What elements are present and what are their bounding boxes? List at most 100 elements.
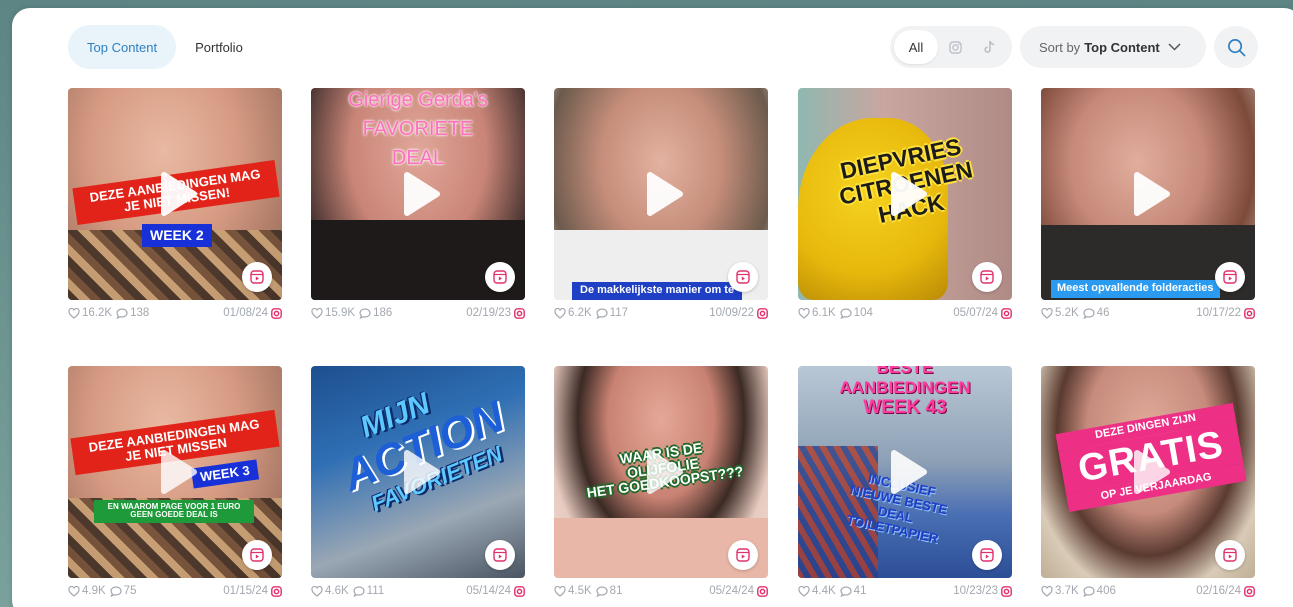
likes-count: 4.5K <box>568 585 592 597</box>
play-icon <box>404 172 440 216</box>
tab-top-content[interactable]: Top Content <box>68 25 177 69</box>
post-date: 02/19/23 <box>466 307 511 319</box>
comments-count: 46 <box>1096 307 1110 319</box>
post-date: 05/24/24 <box>709 585 754 597</box>
comment-icon <box>110 585 122 597</box>
post-card: DEZE AANBIEDINGEN MAG JE NIET MISSEN WEEK… <box>68 366 282 598</box>
post-stats: 6.1K 104 05/07/24 <box>798 306 1012 320</box>
play-icon <box>647 172 683 216</box>
tiktok-icon[interactable] <box>972 30 1006 64</box>
comment-icon <box>359 307 371 319</box>
heart-icon <box>68 585 80 597</box>
chevron-down-icon <box>1168 43 1181 51</box>
likes-count: 6.2K <box>568 307 592 319</box>
post-date: 01/08/24 <box>223 307 268 319</box>
heart-icon <box>311 307 323 319</box>
thumbnail-caption: Meest opvallende folderacties <box>1051 280 1220 298</box>
play-icon <box>161 172 197 216</box>
likes-count: 6.1K <box>812 307 836 319</box>
comment-icon <box>1083 307 1095 319</box>
post-date: 02/16/24 <box>1196 585 1241 597</box>
post-date: 05/14/24 <box>466 585 511 597</box>
likes-count: 5.2K <box>1055 307 1079 319</box>
post-thumbnail[interactable]: Meest opvallende folderacties <box>1041 88 1255 300</box>
play-icon <box>891 172 927 216</box>
play-icon <box>1134 450 1170 494</box>
reels-icon <box>728 540 758 570</box>
post-card: Meest opvallende folderacties 5.2K 46 10… <box>1041 88 1255 320</box>
post-stats: 6.2K 117 10/09/22 <box>554 306 768 320</box>
post-thumbnail[interactable]: MIJN ACTION FAVORIETEN <box>311 366 525 578</box>
sort-prefix: Sort by <box>1039 39 1081 55</box>
post-thumbnail[interactable]: BESTEAANBIEDINGENWEEK 43 INCLUSIEFNIEUWE… <box>798 366 1012 578</box>
thumbnail-caption: EN WAAROM PAGE VOOR 1 EURO GEEN GOEDE DEA… <box>94 500 254 523</box>
search-button[interactable] <box>1214 26 1258 68</box>
thumbnail-caption: WEEK 3 <box>190 459 259 489</box>
post-stats: 15.9K 186 02/19/23 <box>311 306 525 320</box>
comments-count: 41 <box>853 585 867 597</box>
comment-icon <box>116 307 128 319</box>
post-stats: 3.7K 406 02/16/24 <box>1041 584 1255 598</box>
post-thumbnail[interactable]: Gierige Gerda's FAVORIETE DEAL <box>311 88 525 300</box>
reels-icon <box>728 262 758 292</box>
filter-all-button[interactable]: All <box>894 30 938 64</box>
comment-icon <box>596 585 608 597</box>
sort-dropdown[interactable]: Sort by Top Content <box>1020 26 1206 68</box>
thumbnail-caption: WEEK 2 <box>142 224 212 247</box>
post-date: 10/23/23 <box>953 585 998 597</box>
comments-count: 111 <box>366 585 385 597</box>
comments-count: 138 <box>130 307 150 319</box>
likes-count: 3.7K <box>1055 585 1079 597</box>
tab-portfolio[interactable]: Portfolio <box>176 25 262 69</box>
comments-count: 117 <box>609 307 629 319</box>
post-thumbnail[interactable]: De makkelijkste manier om te <box>554 88 768 300</box>
post-stats: 16.2K 138 01/08/24 <box>68 306 282 320</box>
post-thumbnail[interactable]: DEZE DINGEN ZIJN GRATIS OP JE VERJAARDAG <box>1041 366 1255 578</box>
instagram-icon <box>757 307 768 319</box>
thumbnail-caption: De makkelijkste manier om te <box>572 282 743 300</box>
likes-count: 4.9K <box>82 585 106 597</box>
platform-filter: All <box>890 26 1012 68</box>
post-card: WAAR IS DEOLIJFOLIEHET GOEDKOOPST??? 4.5… <box>554 366 768 598</box>
heart-icon <box>68 307 80 319</box>
post-thumbnail[interactable]: DEZE AANBIEDINGEN MAGJE NIET MISSEN! WEE… <box>68 88 282 300</box>
post-date: 05/07/24 <box>953 307 998 319</box>
reels-icon <box>972 540 1002 570</box>
comment-icon <box>1083 585 1095 597</box>
post-card: DEZE AANBIEDINGEN MAGJE NIET MISSEN! WEE… <box>68 88 282 320</box>
post-date: 01/15/24 <box>223 585 268 597</box>
post-card: BESTEAANBIEDINGENWEEK 43 INCLUSIEFNIEUWE… <box>798 366 1012 598</box>
comments-count: 406 <box>1096 585 1116 597</box>
post-thumbnail[interactable]: DIEPVRIESCITROENENHACK <box>798 88 1012 300</box>
instagram-icon <box>757 585 768 597</box>
post-card: DEZE DINGEN ZIJN GRATIS OP JE VERJAARDAG… <box>1041 366 1255 598</box>
post-stats: 4.6K 111 05/14/24 <box>311 584 525 598</box>
comments-count: 75 <box>123 585 137 597</box>
post-card: Gierige Gerda's FAVORIETE DEAL 15.9K 186 0… <box>311 88 525 320</box>
post-thumbnail[interactable]: WAAR IS DEOLIJFOLIEHET GOEDKOOPST??? <box>554 366 768 578</box>
play-icon <box>891 450 927 494</box>
instagram-icon <box>271 585 282 597</box>
heart-icon <box>311 585 323 597</box>
likes-count: 4.6K <box>325 585 349 597</box>
heart-icon <box>1041 307 1053 319</box>
post-stats: 4.9K 75 01/15/24 <box>68 584 282 598</box>
play-icon <box>647 450 683 494</box>
instagram-icon <box>1244 307 1255 319</box>
sort-value: Top Content <box>1084 39 1160 55</box>
comment-icon <box>840 307 852 319</box>
post-stats: 4.5K 81 05/24/24 <box>554 584 768 598</box>
instagram-icon[interactable] <box>938 30 972 64</box>
play-icon <box>1134 172 1170 216</box>
instagram-icon <box>1001 585 1012 597</box>
post-stats: 5.2K 46 10/17/22 <box>1041 306 1255 320</box>
instagram-icon <box>1001 307 1012 319</box>
post-thumbnail[interactable]: DEZE AANBIEDINGEN MAG JE NIET MISSEN WEEK… <box>68 366 282 578</box>
likes-count: 15.9K <box>325 307 356 319</box>
post-card: De makkelijkste manier om te 6.2K 117 10… <box>554 88 768 320</box>
content-tabs: Top Content Portfolio <box>68 25 262 69</box>
post-stats: 4.4K 41 10/23/23 <box>798 584 1012 598</box>
comments-count: 104 <box>853 307 873 319</box>
post-card: MIJN ACTION FAVORIETEN 4.6K 111 05/14/24 <box>311 366 525 598</box>
reels-icon <box>1215 262 1245 292</box>
